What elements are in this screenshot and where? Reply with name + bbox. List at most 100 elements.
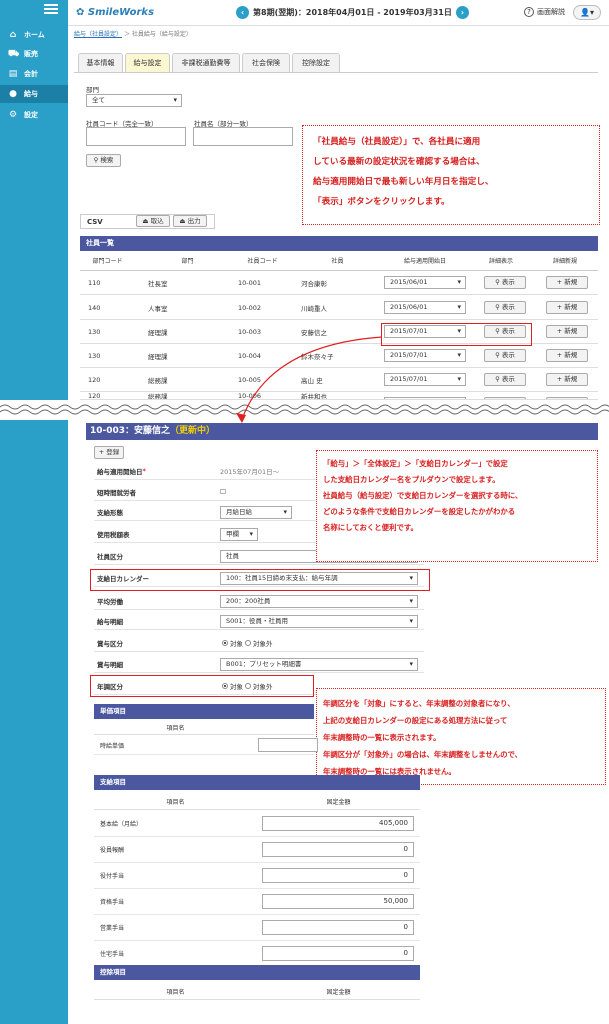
header: ✿ SmileWorks ‹ 第8期(翌期)：2018年04月01日 - 201… xyxy=(68,0,609,26)
search-icon: ⚲ xyxy=(495,278,500,286)
sidebar-item-sales[interactable]: ⛟ 販売 xyxy=(0,45,68,63)
cell-dept: 人事室 xyxy=(148,304,168,313)
highlight-pay-calendar xyxy=(90,569,430,591)
new-button[interactable]: + 新規 xyxy=(546,325,588,338)
cell-dept-code: 120 xyxy=(88,375,101,384)
status-badge: （更新中） xyxy=(170,426,216,436)
cell-dept: 総務課 xyxy=(148,376,168,385)
next-period-icon[interactable]: › xyxy=(455,6,469,19)
home-icon: ⌂ xyxy=(9,30,17,40)
cell-dept: 経理課 xyxy=(148,352,168,361)
start-date-select[interactable]: 2015/06/01 xyxy=(384,276,466,289)
pay-amount-input[interactable]: 0 xyxy=(262,946,414,961)
new-button[interactable]: + 新規 xyxy=(546,301,588,314)
pay-item-name: 資格手当 xyxy=(100,899,125,906)
pay-item-name: 営業手当 xyxy=(100,925,125,932)
col-employee: 社員 xyxy=(331,258,344,265)
tab-commute-allowance[interactable]: 非課税通勤費等 xyxy=(172,53,240,73)
dept-label: 部門 xyxy=(86,86,99,94)
sidebar-item-settings[interactable]: ⚙ 設定 xyxy=(0,106,68,124)
cell-dept: 社長室 xyxy=(148,279,168,288)
pay-amount-input[interactable]: 0 xyxy=(262,842,414,857)
user-menu-button[interactable]: 👤▾ xyxy=(573,5,601,20)
csv-label: CSV xyxy=(87,218,103,226)
bonus-target-radio[interactable] xyxy=(222,639,228,646)
cell-dept-code: 140 xyxy=(88,303,101,312)
search-button[interactable]: ⚲ 検索 xyxy=(86,154,121,167)
avg-labor-select[interactable]: 200：200社員 xyxy=(220,595,418,608)
help-link[interactable]: ? 画面解説 xyxy=(524,7,565,17)
deduct-section-title: 控除項目 xyxy=(94,965,420,980)
col-dept: 部門 xyxy=(181,258,194,265)
gear-icon: ⚙ xyxy=(8,110,18,120)
pay-section-title: 支給項目 xyxy=(94,775,420,790)
bonus-slip-select[interactable]: B001：プリセット明細書 xyxy=(220,658,418,671)
tab-deduction-settings[interactable]: 控除設定 xyxy=(292,53,340,73)
col-dept-code: 部門コード xyxy=(92,258,123,265)
cell-emp-code: 10-001 xyxy=(238,278,262,287)
tab-basic-info[interactable]: 基本情報 xyxy=(78,53,123,73)
pay-amount-input[interactable]: 50,000 xyxy=(262,894,414,909)
employee-code-input[interactable] xyxy=(86,127,186,146)
hamburger-menu-icon[interactable] xyxy=(44,4,58,14)
start-date-select[interactable]: 2015/07/01 xyxy=(384,373,466,386)
start-date-select[interactable]: 2015/07/01 xyxy=(384,349,466,362)
col-start-date: 給与適用開始日 xyxy=(403,258,446,265)
view-button[interactable]: ⚲ 表示 xyxy=(484,373,526,386)
sidebar-item-home[interactable]: ⌂ ホーム xyxy=(0,26,68,44)
sidebar-item-accounting[interactable]: ▤ 会計 xyxy=(0,65,68,83)
unit-section-title: 単価項目 xyxy=(94,704,314,719)
pay-item-row: 住宅手当 0 xyxy=(94,941,420,967)
pay-item-name: 基本給（月給） xyxy=(100,821,143,828)
start-date-select[interactable]: 2015/06/01 xyxy=(384,301,466,314)
pay-item-row: 基本給（月給） 405,000 xyxy=(94,811,420,837)
view-button[interactable]: ⚲ 表示 xyxy=(484,301,526,314)
cell-dept-code: 130 xyxy=(88,351,101,360)
sidebar-item-label: 販売 xyxy=(24,50,38,58)
employee-name-input[interactable] xyxy=(193,127,293,146)
col-emp-code: 社員コード xyxy=(247,258,278,265)
pay-item-name: 役員報酬 xyxy=(100,847,125,854)
ledger-icon: ▤ xyxy=(8,69,18,79)
cell-employee: 河合康彰 xyxy=(301,279,327,288)
new-button[interactable]: + 新規 xyxy=(546,276,588,289)
breadcrumb-link[interactable]: 給与（社員設定） xyxy=(74,31,122,38)
import-button[interactable]: ⏏ 取込 xyxy=(136,215,170,227)
callout-year-end-adjust: 年調区分を「対象」にすると、年末調整の対象者になり、 上記の支給日カレンダーの設定… xyxy=(316,688,606,785)
cell-dept-code: 110 xyxy=(88,278,101,287)
col-view: 詳細表示 xyxy=(488,258,513,265)
pay-type-select[interactable]: 月給日給 xyxy=(220,506,292,519)
view-button[interactable]: ⚲ 表示 xyxy=(484,276,526,289)
pay-item-row: 役員報酬 0 xyxy=(94,837,420,863)
pay-amount-input[interactable]: 0 xyxy=(262,920,414,935)
short-time-checkbox[interactable]: ☐ xyxy=(220,483,226,500)
register-button[interactable]: + 登録 xyxy=(94,446,124,459)
employee-list-title: 社員一覧 xyxy=(80,236,598,251)
pay-amount-input[interactable]: 405,000 xyxy=(262,816,414,831)
prev-period-icon[interactable]: ‹ xyxy=(236,6,249,19)
tab-social-insurance[interactable]: 社会保険 xyxy=(242,53,290,73)
sidebar-item-payroll[interactable]: ● 給与 xyxy=(0,85,68,103)
new-button[interactable]: + 新規 xyxy=(546,349,588,362)
hourly-rate-input[interactable] xyxy=(258,738,318,752)
search-icon: ⚲ xyxy=(495,351,500,359)
export-button[interactable]: ⏏ 出力 xyxy=(173,215,207,227)
pay-slip-select[interactable]: S001：役員・社員用 xyxy=(220,615,418,628)
money-bag-icon: ● xyxy=(9,89,17,99)
bonus-excluded-radio[interactable] xyxy=(245,639,251,646)
tab-salary-settings[interactable]: 給与設定 xyxy=(125,53,170,73)
tab-divider xyxy=(74,72,598,73)
new-button[interactable]: + 新規 xyxy=(546,373,588,386)
field-pay-slip: 給与明細 S001：役員・社員用 xyxy=(94,612,424,630)
pay-section-header: 項目名 固定金額 xyxy=(94,792,420,810)
cell-emp-code: 10-002 xyxy=(238,303,262,312)
unit-section-header: 項目名 xyxy=(94,719,314,735)
tax-table-select[interactable]: 甲欄 xyxy=(220,528,258,541)
view-button[interactable]: ⚲ 表示 xyxy=(484,349,526,362)
sidebar-item-label: ホーム xyxy=(24,31,45,39)
period-selector: ‹ 第8期(翌期)：2018年04月01日 - 2019年03月31日 › xyxy=(232,6,473,19)
field-bonus-slip: 賞与明細 B001：プリセット明細書 xyxy=(94,655,424,673)
period-label: 第8期(翌期)：2018年04月01日 - 2019年03月31日 xyxy=(253,8,452,17)
dept-select[interactable]: 全て xyxy=(86,94,182,107)
pay-amount-input[interactable]: 0 xyxy=(262,868,414,883)
